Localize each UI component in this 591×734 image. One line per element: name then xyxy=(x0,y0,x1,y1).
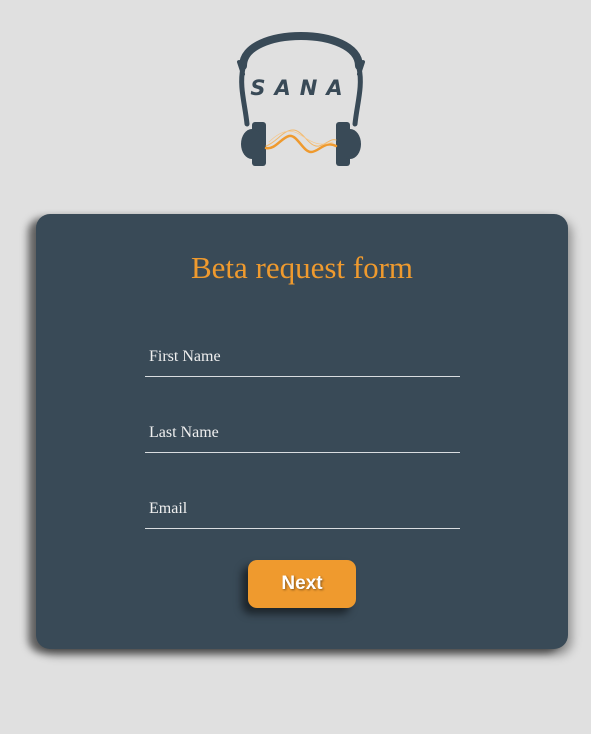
logo-text: SANA xyxy=(250,76,351,100)
first-name-field[interactable] xyxy=(145,337,460,377)
last-name-field[interactable] xyxy=(145,413,460,453)
headphones-icon: SANA xyxy=(237,32,365,166)
form-title: Beta request form xyxy=(190,250,414,285)
beta-request-card: Beta request form Next xyxy=(36,214,568,649)
sana-logo: SANA xyxy=(233,28,369,170)
email-field[interactable] xyxy=(145,489,460,529)
next-button[interactable]: Next xyxy=(248,560,356,608)
